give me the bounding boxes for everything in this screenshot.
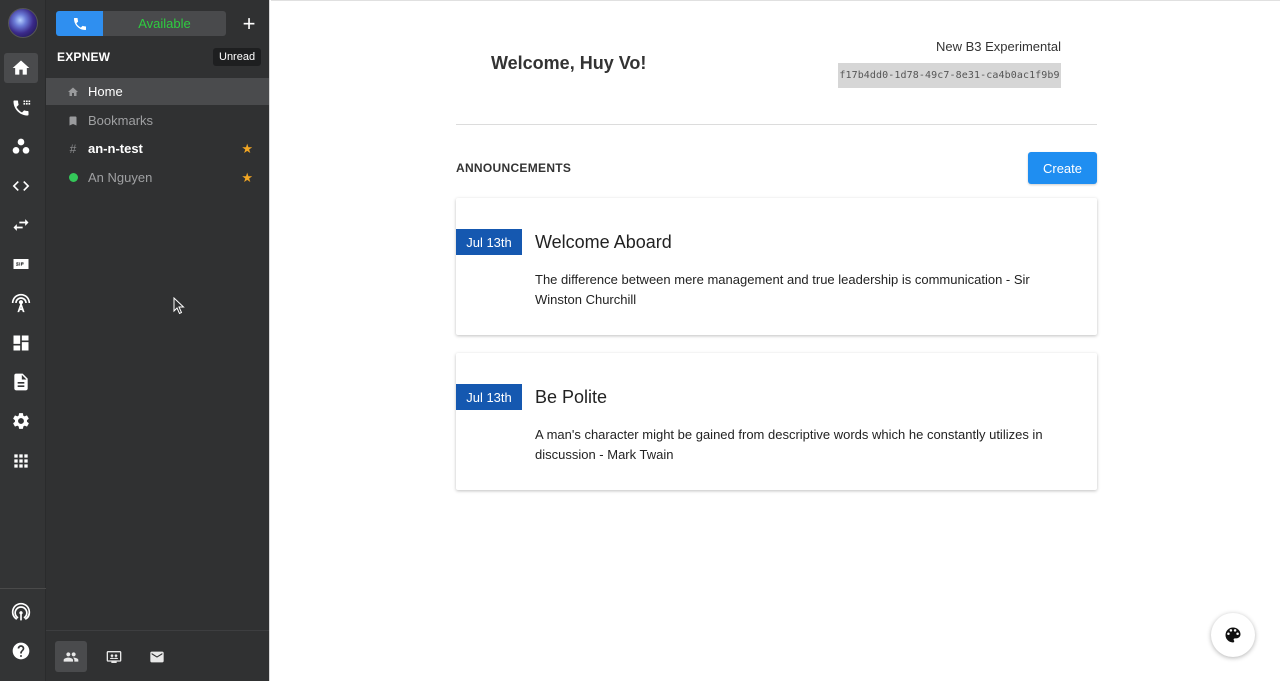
help-icon[interactable] <box>4 636 38 666</box>
call-status-bar: Available <box>56 11 226 36</box>
sidebar-item-label: Bookmarks <box>88 113 154 128</box>
sidebar-item-channel[interactable]: # an-n-test ★ <box>46 135 269 162</box>
sidebar-item-home[interactable]: Home <box>46 78 269 105</box>
dashboard-icon[interactable] <box>4 328 38 358</box>
welcome-heading: Welcome, Huy Vo! <box>491 53 647 73</box>
transfer-icon[interactable] <box>4 210 38 240</box>
bookmark-icon <box>66 114 80 128</box>
sidebar-item-bookmarks[interactable]: Bookmarks <box>46 107 269 134</box>
add-icon[interactable]: + <box>238 11 260 36</box>
antenna-icon[interactable] <box>4 288 38 318</box>
announcement-card[interactable]: Jul 13th Be Polite A man's character mig… <box>456 353 1097 490</box>
home-icon <box>66 85 80 99</box>
workspace-name: EXPNEW <box>57 50 111 64</box>
mouse-cursor-icon <box>173 297 185 315</box>
icon-rail <box>0 0 46 681</box>
announcement-date-badge: Jul 13th <box>456 229 522 255</box>
unread-filter-button[interactable]: Unread <box>213 48 262 66</box>
code-icon[interactable] <box>4 171 38 201</box>
availability-status[interactable]: Available <box>103 11 226 36</box>
star-icon[interactable]: ★ <box>241 170 253 186</box>
channel-sidebar: Available + EXPNEW Unread Home Bookmarks… <box>46 0 270 681</box>
star-icon[interactable]: ★ <box>241 141 253 157</box>
announcement-body: A man's character might be gained from d… <box>535 427 1043 462</box>
announcements-title: ANNOUNCEMENTS <box>456 161 572 175</box>
phone-button[interactable] <box>56 11 103 36</box>
sidebar-item-label: An Nguyen <box>88 170 153 185</box>
rail-divider <box>0 588 46 589</box>
broadcast-icon[interactable] <box>4 597 38 627</box>
sidebar-item-direct-message[interactable]: An Nguyen ★ <box>46 164 269 191</box>
environment-id[interactable]: f17b4dd0-1d78-49c7-8e31-ca4b0ac1f9b9 <box>838 63 1061 88</box>
video-conference-icon[interactable] <box>98 641 130 672</box>
online-status-icon <box>66 171 80 185</box>
environment-name: New B3 Experimental <box>936 39 1061 54</box>
mail-icon[interactable] <box>141 641 173 672</box>
announcement-date-badge: Jul 13th <box>456 384 522 410</box>
announcement-title: Be Polite <box>535 387 608 407</box>
settings-icon[interactable] <box>4 406 38 436</box>
home-icon[interactable] <box>4 53 38 83</box>
phone-icon <box>73 17 86 30</box>
create-announcement-button[interactable]: Create <box>1028 152 1097 184</box>
hash-icon: # <box>69 141 77 156</box>
announcement-body: The difference between mere management a… <box>535 272 1030 307</box>
palette-icon <box>1225 627 1241 643</box>
apps-icon[interactable] <box>4 446 38 476</box>
sip-icon[interactable] <box>4 249 38 279</box>
sidebar-item-label: Home <box>88 84 123 99</box>
teams-icon[interactable] <box>4 132 38 162</box>
sidebar-bottom-bar <box>46 630 269 681</box>
workspace-logo[interactable] <box>8 8 38 38</box>
theme-palette-button[interactable] <box>1211 613 1255 657</box>
divider <box>456 124 1097 125</box>
calls-icon[interactable] <box>4 93 38 123</box>
announcement-card[interactable]: Jul 13th Welcome Aboard The difference b… <box>456 198 1097 335</box>
main-content: Welcome, Huy Vo! New B3 Experimental f17… <box>271 0 1280 681</box>
sidebar-item-label: an-n-test <box>88 141 143 156</box>
contacts-icon[interactable] <box>55 641 87 672</box>
document-icon[interactable] <box>4 367 38 397</box>
announcement-title: Welcome Aboard <box>535 232 672 252</box>
